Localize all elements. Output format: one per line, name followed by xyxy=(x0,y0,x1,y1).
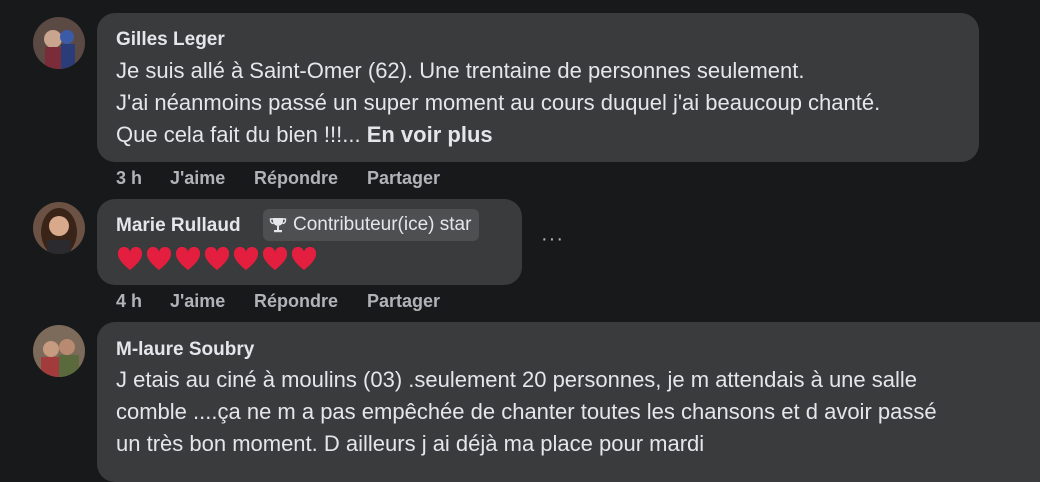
red-heart-icon xyxy=(204,247,230,270)
red-heart-icon xyxy=(291,247,317,270)
avatar-gilles-leger[interactable] xyxy=(33,17,85,69)
comment-line: Que cela fait du bien !!!... En voir plu… xyxy=(116,119,880,151)
comment-author[interactable]: Gilles Leger xyxy=(116,29,225,51)
comment-line: J'ai néanmoins passé un super moment au … xyxy=(116,90,881,115)
avatar-marie-rullaud[interactable] xyxy=(33,202,85,254)
like-button[interactable]: J'aime xyxy=(170,291,225,312)
like-button[interactable]: J'aime xyxy=(170,168,225,189)
trophy-icon xyxy=(269,218,287,233)
comment-line: Je suis allé à Saint-Omer (62). Une tren… xyxy=(116,58,805,83)
comment-line: un très bon moment. D ailleurs j ai déjà… xyxy=(116,431,705,456)
heart-emojis xyxy=(117,247,317,271)
share-button[interactable]: Partager xyxy=(367,168,440,189)
more-options-icon[interactable]: ··· xyxy=(541,228,564,251)
comment-author[interactable]: Marie Rullaud xyxy=(116,215,241,237)
contributor-badge[interactable]: Contributeur(ice) star xyxy=(263,209,480,241)
comment-text: Je suis allé à Saint-Omer (62). Une tren… xyxy=(116,55,880,151)
share-button[interactable]: Partager xyxy=(367,291,440,312)
see-more-link[interactable]: En voir plus xyxy=(367,122,493,147)
comment-timestamp[interactable]: 4 h xyxy=(116,291,142,312)
comment-timestamp[interactable]: 3 h xyxy=(116,168,142,189)
red-heart-icon xyxy=(117,247,143,270)
red-heart-icon xyxy=(175,247,201,270)
red-heart-icon xyxy=(233,247,259,270)
reply-button[interactable]: Répondre xyxy=(254,168,338,189)
badge-label: Contributeur(ice) star xyxy=(293,214,472,235)
comment-line: J etais au ciné à moulins (03) .seulemen… xyxy=(116,367,918,392)
comment-line-text: Que cela fait du bien !!!... xyxy=(116,122,367,147)
red-heart-icon xyxy=(146,247,172,270)
avatar-m-laure-soubry[interactable] xyxy=(33,325,85,377)
comment-line: comble ....ça ne m a pas empêchée de cha… xyxy=(116,399,937,424)
comment-text: J etais au ciné à moulins (03) .seulemen… xyxy=(116,364,937,460)
comment-author[interactable]: M-laure Soubry xyxy=(116,339,254,361)
red-heart-icon xyxy=(262,247,288,270)
reply-button[interactable]: Répondre xyxy=(254,291,338,312)
